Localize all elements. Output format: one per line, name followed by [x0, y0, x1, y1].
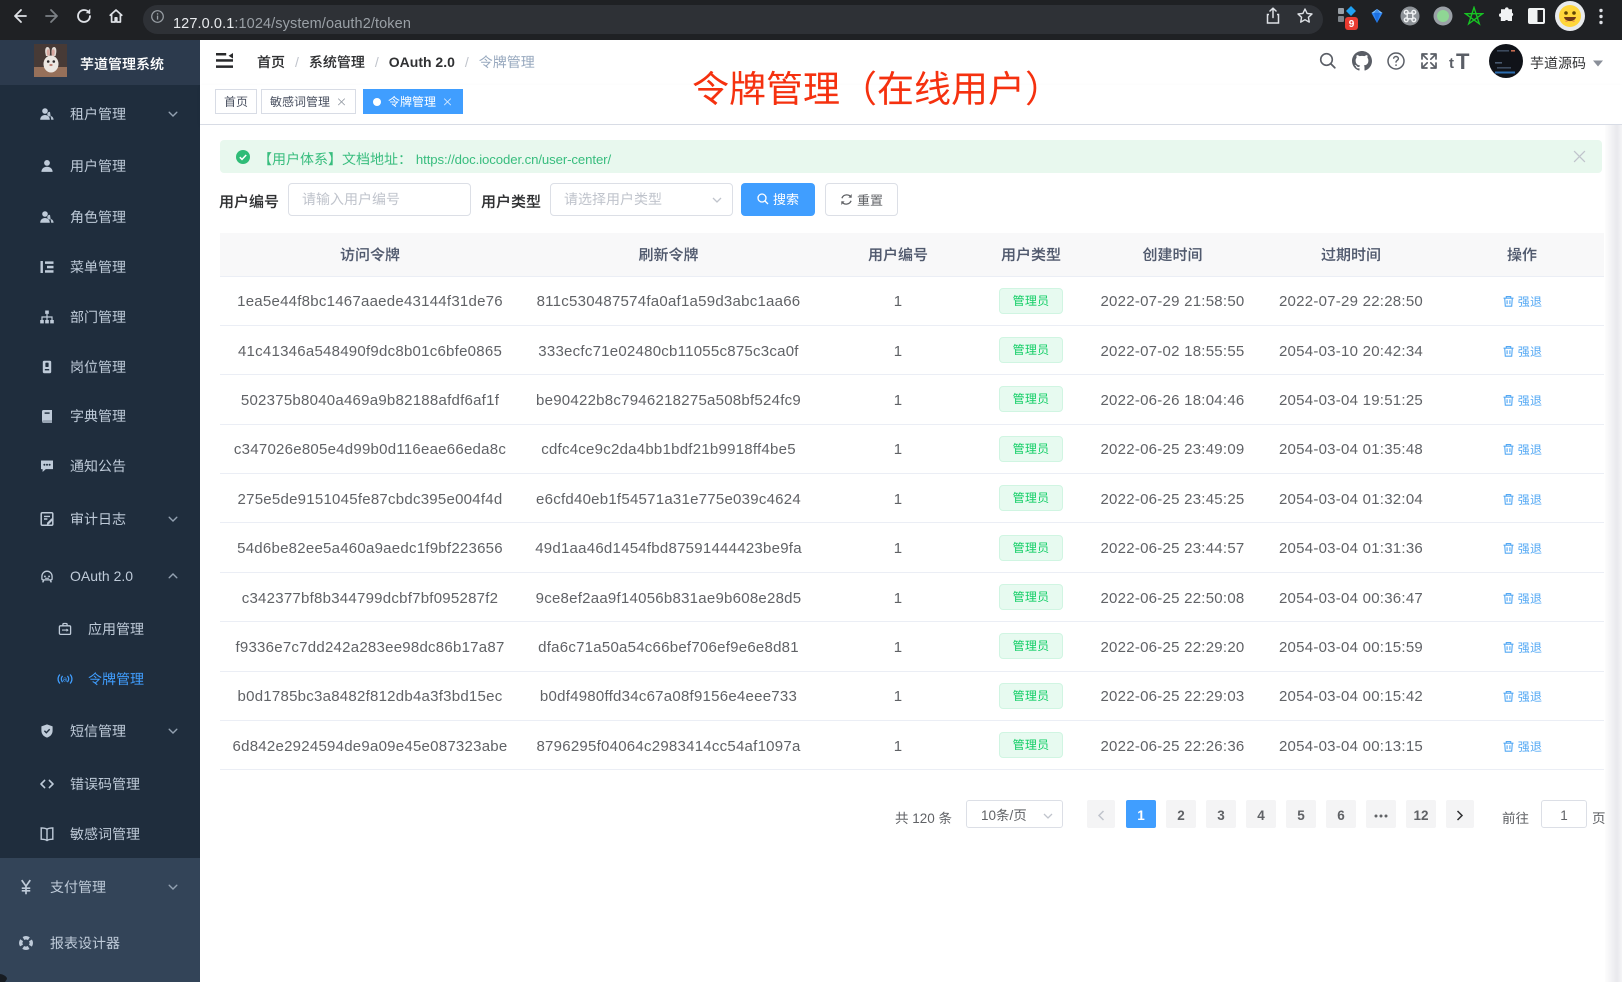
- svg-text:T: T: [1456, 49, 1470, 74]
- svg-text:t: t: [1449, 55, 1454, 72]
- svg-text:9: 9: [1349, 19, 1355, 30]
- svg-text:a: a: [63, 675, 68, 684]
